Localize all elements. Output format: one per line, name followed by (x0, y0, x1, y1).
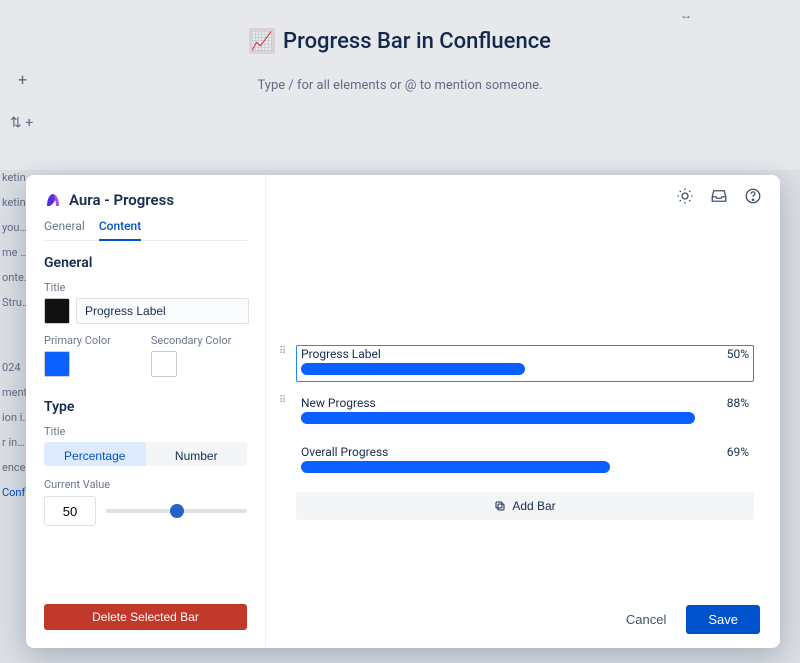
config-tabs: General Content (44, 219, 247, 241)
cancel-button[interactable]: Cancel (616, 606, 676, 633)
title-input[interactable] (76, 298, 249, 324)
save-button[interactable]: Save (686, 605, 760, 634)
help-icon[interactable] (742, 185, 764, 207)
add-bar-button[interactable]: Add Bar (296, 492, 754, 520)
type-title-label: Title (44, 425, 247, 438)
copy-icon (494, 500, 506, 512)
current-value-label: Current Value (44, 478, 247, 491)
preview-panel: ⠿ Progress Label 50% ⠿ New Progress 88% Overal… (266, 175, 780, 648)
bar-label: New Progress (301, 396, 376, 410)
modal-title-text: Aura - Progress (69, 191, 174, 209)
progress-bar-row[interactable]: Overall Progress 69% (282, 443, 754, 480)
title-label: Title (44, 281, 247, 294)
bar-percent: 50% (727, 347, 749, 361)
theme-icon[interactable] (674, 185, 696, 207)
bar-track (301, 412, 749, 424)
drag-handle-icon[interactable]: ⠿ (279, 398, 289, 403)
bar-percent: 88% (727, 396, 749, 410)
progress-bar-row[interactable]: ⠿ Progress Label 50% (282, 345, 754, 382)
macro-editor-modal: Aura - Progress General Content General … (26, 175, 780, 648)
type-number-button[interactable]: Number (146, 442, 248, 466)
title-color-chip[interactable] (44, 298, 70, 324)
add-bar-label: Add Bar (512, 499, 555, 513)
bar-percent: 69% (727, 445, 749, 459)
current-value-input[interactable] (44, 496, 96, 526)
drag-handle-icon[interactable]: ⠿ (279, 349, 289, 354)
bar-label: Overall Progress (301, 445, 388, 459)
primary-color-label: Primary Color (44, 334, 111, 347)
modal-footer: Cancel Save (616, 605, 760, 634)
bar-track (301, 363, 749, 375)
bar-label: Progress Label (301, 347, 381, 361)
secondary-color-chip[interactable] (151, 351, 177, 377)
modal-title: Aura - Progress (44, 191, 247, 209)
aura-logo-icon (44, 191, 62, 209)
progress-bar-row[interactable]: ⠿ New Progress 88% (282, 394, 754, 431)
tab-general[interactable]: General (44, 219, 85, 240)
section-general-heading: General (44, 255, 247, 271)
value-slider[interactable] (106, 496, 247, 526)
slider-thumb[interactable] (170, 504, 184, 518)
bar-track (301, 461, 749, 473)
bar-fill (301, 461, 610, 473)
config-sidebar: Aura - Progress General Content General … (26, 175, 266, 648)
type-percentage-button[interactable]: Percentage (44, 442, 146, 466)
delete-bar-button[interactable]: Delete Selected Bar (44, 604, 247, 630)
section-type-heading: Type (44, 399, 247, 415)
tab-content[interactable]: Content (99, 219, 141, 241)
secondary-color-label: Secondary Color (151, 334, 232, 347)
bar-fill (301, 363, 525, 375)
type-segmented: Percentage Number (44, 442, 247, 466)
primary-color-chip[interactable] (44, 351, 70, 377)
inbox-icon[interactable] (708, 185, 730, 207)
bar-fill (301, 412, 695, 424)
